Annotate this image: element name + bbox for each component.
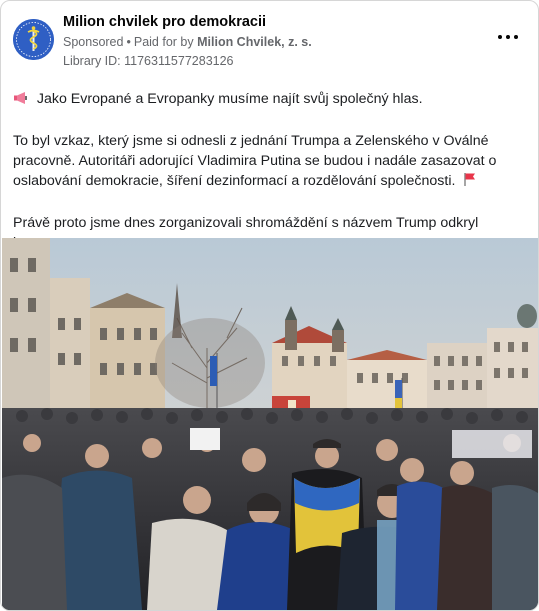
- page-avatar[interactable]: [13, 19, 54, 60]
- sponsor-line: Sponsored • Paid for by Milion Chvilek, z.…: [63, 35, 312, 49]
- red-flag-icon: [463, 172, 477, 193]
- more-options-button[interactable]: [496, 31, 520, 43]
- paid-for-prefix: Paid for by: [133, 35, 194, 49]
- paid-for-by-link[interactable]: Milion Chvilek, z. s.: [197, 35, 312, 49]
- post-header: Milion chvilek pro demokracii Sponsored •…: [13, 13, 526, 71]
- separator-dot: •: [126, 35, 131, 49]
- post-photo[interactable]: [2, 238, 538, 610]
- post-paragraph-2: To byl vzkaz, který jsme si odnesli z je…: [13, 131, 528, 193]
- caduceus-logo-icon: [13, 19, 54, 60]
- ellipsis-icon-dot: [514, 35, 518, 39]
- paragraph-1-text: Jako Evropané a Evropanky musíme najít s…: [36, 91, 423, 107]
- post-paragraph-1: Jako Evropané a Evropanky musíme najít s…: [13, 89, 528, 111]
- megaphone-icon: [13, 91, 29, 111]
- page-name-link[interactable]: Milion chvilek pro demokracii: [63, 14, 266, 30]
- ellipsis-icon: [498, 35, 502, 39]
- sponsored-label: Sponsored: [63, 35, 124, 49]
- sponsored-post-card: Milion chvilek pro demokracii Sponsored •…: [0, 0, 539, 611]
- crowd-photo-image: [2, 238, 538, 610]
- paragraph-2-text: To byl vzkaz, který jsme si odnesli z je…: [13, 133, 497, 189]
- library-id: Library ID: 1176311577283126: [63, 54, 234, 68]
- ellipsis-icon-dot: [506, 35, 510, 39]
- post-body: Jako Evropané a Evropanky musíme najít s…: [13, 89, 528, 253]
